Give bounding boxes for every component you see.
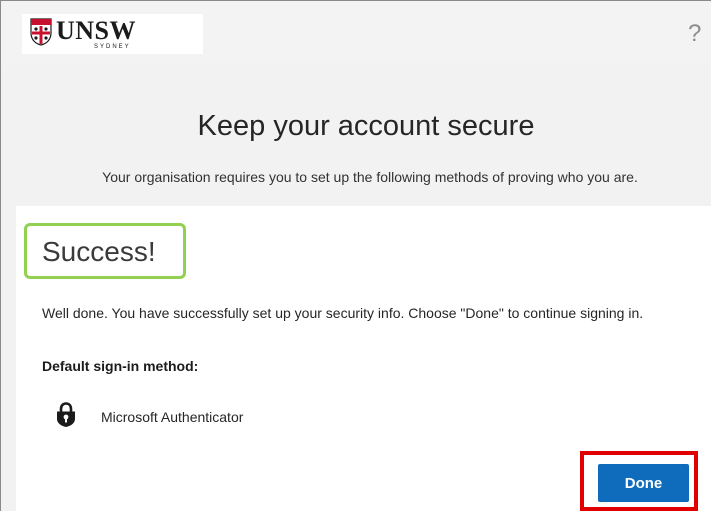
status-heading: Success! [42,236,156,267]
success-message: Well done. You have successfully set up … [42,305,644,321]
method-name: Microsoft Authenticator [101,409,244,425]
authenticator-lock-icon [57,402,75,427]
page-title: Keep your account secure [197,110,535,142]
unsw-crest-icon [30,18,52,46]
done-button[interactable]: Done [598,464,689,502]
default-method-heading: Default sign-in method: [42,358,199,374]
default-method-row: Microsoft Authenticator [56,400,316,430]
logo-subtitle: SYDNEY [94,44,131,50]
logo-wordmark: UNSW [56,16,137,45]
page-subtitle: Your organisation requires you to set up… [102,169,638,185]
unsw-logo: UNSW SYDNEY [22,14,203,54]
help-icon[interactable]: ? [688,20,701,48]
